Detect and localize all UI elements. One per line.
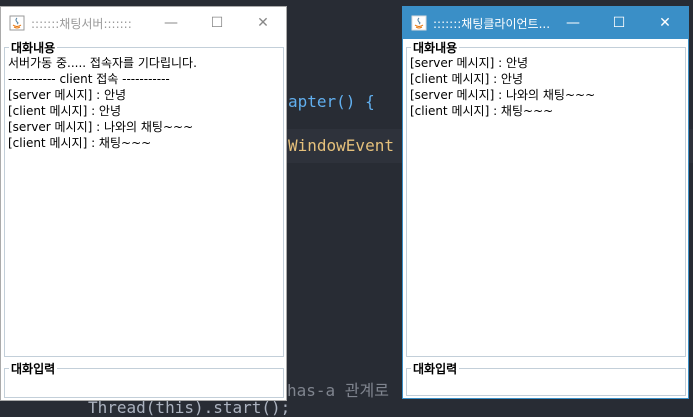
chat-line: [server 메시지] : 안녕 xyxy=(8,88,127,102)
chat-line: [server 메시지] : 나와의 채팅~~~ xyxy=(410,88,596,102)
chat-log-textarea[interactable]: [server 메시지] : 안녕 [client 메시지] : 안녕 [ser… xyxy=(410,55,682,353)
close-button[interactable]: ✕ xyxy=(642,7,688,39)
window-title: :::::::채팅클라이언트... xyxy=(433,16,550,31)
maximize-button[interactable]: ☐ xyxy=(194,7,240,39)
close-button[interactable]: ✕ xyxy=(240,7,286,39)
chat-line: [client 메시지] : 채팅~~~ xyxy=(8,136,152,150)
maximize-button[interactable]: ☐ xyxy=(596,7,642,39)
client-window[interactable]: :::::::채팅클라이언트... — ☐ ✕ 대화내용 [server 메시지… xyxy=(402,6,689,399)
code-line: WindowEvent e xyxy=(288,136,414,155)
chat-log-group: 대화내용 [server 메시지] : 안녕 [client 메시지] : 안녕… xyxy=(406,39,686,357)
window-title: :::::::채팅서버::::::: xyxy=(31,16,132,31)
chat-log-legend: 대화내용 xyxy=(411,39,460,56)
code-line: apter() { xyxy=(288,92,375,111)
chat-log-legend: 대화내용 xyxy=(9,39,58,56)
chat-log-textarea[interactable]: 서버가동 중..... 접속자를 기다립니다. ----------- clie… xyxy=(8,55,280,353)
message-input-group: 대화입력 xyxy=(406,360,686,396)
message-input-group: 대화입력 xyxy=(4,360,284,398)
java-app-icon xyxy=(9,15,25,31)
java-app-icon xyxy=(411,15,427,31)
chat-log-group: 대화내용 서버가동 중..... 접속자를 기다립니다. -----------… xyxy=(4,39,284,357)
chat-line: [client 메시지] : 채팅~~~ xyxy=(410,104,554,118)
minimize-button[interactable]: — xyxy=(550,7,596,39)
client-titlebar[interactable]: :::::::채팅클라이언트... — ☐ ✕ xyxy=(403,7,688,39)
server-window[interactable]: :::::::채팅서버::::::: — ☐ ✕ 대화내용 서버가동 중....… xyxy=(0,6,287,401)
message-input[interactable] xyxy=(410,376,682,392)
chat-line: ----------- client 접속 ----------- xyxy=(8,72,170,86)
message-input-legend: 대화입력 xyxy=(411,360,460,377)
message-input[interactable] xyxy=(8,376,280,394)
minimize-button[interactable]: — xyxy=(148,7,194,39)
code-line: has-a 관계로 xyxy=(287,381,399,400)
chat-line: [client 메시지] : 안녕 xyxy=(8,104,122,118)
message-input-legend: 대화입력 xyxy=(9,360,58,377)
chat-line: [server 메시지] : 나와의 채팅~~~ xyxy=(8,120,194,134)
chat-line: [server 메시지] : 안녕 xyxy=(410,56,529,70)
code-fn: apter() { xyxy=(288,92,375,111)
chat-line: [client 메시지] : 안녕 xyxy=(410,72,524,86)
chat-line: 서버가동 중..... 접속자를 기다립니다. xyxy=(8,56,197,70)
server-titlebar[interactable]: :::::::채팅서버::::::: — ☐ ✕ xyxy=(1,7,286,39)
